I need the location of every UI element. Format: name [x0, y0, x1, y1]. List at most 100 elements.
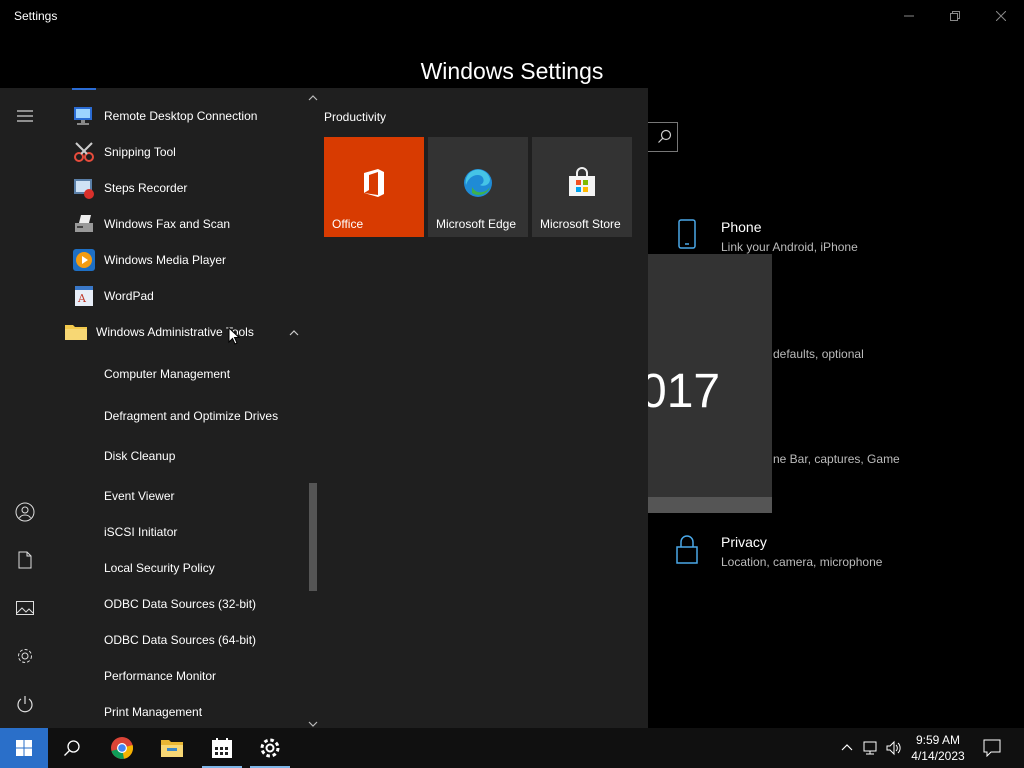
admin-tool-item[interactable]: Defragment and Optimize Drives [50, 398, 306, 434]
network-icon[interactable] [863, 740, 879, 756]
taskbar-clock[interactable]: 9:59 AM 4/14/2023 [904, 732, 972, 764]
taskbar-settings[interactable] [246, 728, 294, 768]
setting-privacy-desc: Location, camera, microphone [721, 555, 883, 569]
app-list-scrollbar[interactable] [306, 88, 320, 728]
hamburger-icon [17, 110, 33, 122]
app-media-player[interactable]: Windows Media Player [50, 242, 306, 278]
notifications-icon[interactable] [983, 739, 1001, 758]
taskbar: 9:59 AM 4/14/2023 [0, 728, 1024, 768]
close-icon [996, 11, 1006, 21]
setting-gaming-desc: ne Bar, captures, Game [773, 452, 900, 466]
admin-tool-label: ODBC Data Sources (32-bit) [104, 597, 257, 611]
app-fax-scan[interactable]: Windows Fax and Scan [50, 206, 306, 242]
app-snipping-tool[interactable]: Snipping Tool [50, 134, 306, 170]
volume-icon[interactable] [886, 740, 902, 756]
tiles-area: Productivity Office Microsoft Edge Micro… [320, 88, 648, 728]
start-rail [0, 88, 50, 728]
chevron-up-icon[interactable] [839, 740, 855, 756]
document-icon [18, 551, 32, 569]
overlay-number: 017 [640, 365, 720, 418]
admin-tool-item[interactable]: ODBC Data Sources (64-bit) [50, 622, 306, 658]
admin-tool-label: Print Management [104, 705, 203, 719]
restore-button[interactable] [932, 0, 978, 32]
admin-tool-item[interactable]: Local Security Policy [50, 550, 306, 586]
tile-microsoft-edge[interactable]: Microsoft Edge [428, 137, 528, 237]
clock-date: 4/14/2023 [911, 749, 965, 763]
settings-button[interactable] [13, 644, 37, 668]
admin-tool-label: Event Viewer [104, 489, 175, 503]
admin-tool-item[interactable]: Print Management [50, 694, 306, 728]
admin-tool-item[interactable]: ODBC Data Sources (32-bit) [50, 586, 306, 622]
snipping-tool-icon [72, 140, 96, 164]
setting-apps-desc: defaults, optional [773, 347, 864, 361]
search-icon [657, 129, 673, 145]
folder-icon [64, 320, 88, 344]
setting-phone-desc: Link your Android, iPhone [721, 240, 858, 254]
office-icon [358, 167, 390, 199]
gear-icon [18, 649, 32, 663]
admin-tool-item[interactable]: Event Viewer [50, 478, 306, 514]
setting-phone-title: Phone [721, 219, 762, 235]
power-icon [17, 696, 33, 713]
scroll-up-icon[interactable] [307, 90, 319, 101]
store-icon [566, 167, 598, 199]
app-label: Windows Fax and Scan [104, 217, 231, 231]
gear-icon [260, 738, 280, 758]
scrollbar-thumb[interactable] [309, 483, 317, 591]
restore-icon [950, 11, 960, 21]
taskbar-search-button[interactable] [48, 728, 96, 768]
picture-icon [16, 601, 34, 615]
windows-logo-icon [16, 740, 32, 756]
admin-tool-label: Defragment and Optimize Drives [104, 409, 279, 423]
admin-tool-item[interactable]: Performance Monitor [50, 658, 306, 694]
window-title: Settings [14, 9, 58, 23]
taskbar-file-explorer[interactable] [148, 728, 196, 768]
admin-tool-item[interactable]: iSCSI Initiator [50, 514, 306, 550]
admin-tool-item[interactable]: Disk Cleanup [50, 438, 306, 474]
admin-tool-item[interactable]: Computer Management [50, 356, 306, 392]
power-button[interactable] [13, 692, 37, 716]
settings-heading: Windows Settings [420, 58, 604, 84]
tile-label: Microsoft Store [540, 217, 621, 231]
steps-recorder-icon [72, 176, 96, 200]
search-icon [64, 740, 80, 756]
file-explorer-icon [161, 740, 183, 757]
tile-microsoft-store[interactable]: Microsoft Store [532, 137, 632, 237]
folder-windows-administrative-tools[interactable]: Windows Administrative Tools [50, 314, 306, 350]
close-button[interactable] [978, 0, 1024, 32]
user-account-button[interactable] [13, 500, 37, 524]
wordpad-icon: A [72, 284, 96, 308]
documents-button[interactable] [13, 548, 37, 572]
minimize-button[interactable] [886, 0, 932, 32]
user-icon [15, 502, 35, 522]
calendar-icon [212, 738, 232, 758]
app-label: Remote Desktop Connection [104, 109, 258, 123]
tile-group-title: Productivity [324, 110, 387, 124]
pictures-button[interactable] [13, 596, 37, 620]
admin-tool-label: Computer Management [104, 367, 231, 381]
admin-tool-label: Performance Monitor [104, 669, 217, 683]
chevron-up-icon [288, 326, 300, 338]
svg-text:A: A [77, 292, 87, 305]
app-wordpad[interactable]: A WordPad [50, 278, 306, 314]
setting-privacy[interactable]: Privacy Location, camera, microphone [676, 534, 882, 569]
app-remote-desktop[interactable]: Remote Desktop Connection [50, 98, 306, 134]
chrome-icon [111, 737, 134, 759]
taskbar-calendar[interactable] [198, 728, 246, 768]
setting-privacy-title: Privacy [721, 534, 767, 550]
media-player-icon [72, 248, 96, 272]
taskbar-chrome[interactable] [98, 728, 146, 768]
edge-icon [462, 167, 494, 199]
tile-label: Office [332, 217, 364, 231]
partial-app-icon [72, 88, 96, 90]
tile-label: Microsoft Edge [436, 217, 517, 231]
app-steps-recorder[interactable]: Steps Recorder [50, 170, 306, 206]
tile-office[interactable]: Office [324, 137, 424, 237]
admin-tool-label: Local Security Policy [104, 561, 215, 575]
expand-menu-button[interactable] [13, 104, 37, 128]
mouse-cursor-icon [228, 326, 241, 346]
start-button[interactable] [0, 728, 48, 768]
scroll-down-icon[interactable] [307, 716, 319, 727]
remote-desktop-icon [72, 104, 96, 128]
setting-phone[interactable]: Phone Link your Android, iPhone [676, 219, 858, 254]
